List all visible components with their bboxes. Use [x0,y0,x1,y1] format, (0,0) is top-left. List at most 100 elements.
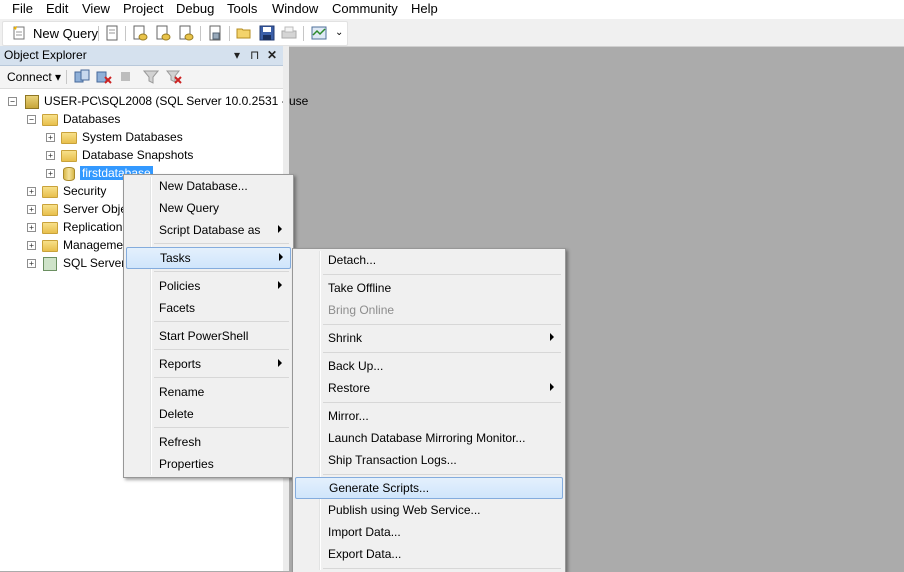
close-icon[interactable]: ✕ [267,48,277,62]
menu-tools[interactable]: Tools [227,1,257,16]
expand-toggle[interactable]: + [27,223,36,232]
menu-separator [323,402,561,403]
menu-item-publish-web-service[interactable]: Publish using Web Service... [295,499,563,521]
new-file-icon[interactable] [104,25,120,41]
menu-item-label: Detach... [328,253,377,267]
menu-item-generate-scripts[interactable]: Generate Scripts... [295,477,563,499]
expand-toggle[interactable]: + [46,133,55,142]
menu-item-detach[interactable]: Detach... [295,249,563,271]
tree-label-replication: Replication [63,220,123,234]
tree-label-server: USER-PC\SQL2008 (SQL Server 10.0.2531 - … [44,94,309,108]
submenu-arrow-icon [278,225,282,233]
menu-item-properties[interactable]: Properties [126,453,291,475]
menu-item-restore[interactable]: Restore [295,377,563,399]
menu-separator [154,377,289,378]
new-query-button[interactable]: New Query [33,26,98,41]
sql-ce-query-icon[interactable] [207,25,223,41]
menu-item-launch-mirroring-monitor[interactable]: Launch Database Mirroring Monitor... [295,427,563,449]
expand-toggle[interactable]: + [27,241,36,250]
object-explorer-toolbar: Connect ▾ [0,66,283,89]
menu-item-shrink[interactable]: Shrink [295,327,563,349]
expand-toggle[interactable]: + [27,187,36,196]
menu-separator [323,274,561,275]
menu-item-label: Back Up... [328,359,384,373]
toolbar-overflow-button[interactable]: ⌄ [335,27,343,38]
expand-toggle[interactable]: + [46,169,55,178]
toolbar-separator [125,26,126,41]
menu-item-new-database[interactable]: New Database... [126,175,291,197]
connect-object-explorer-icon[interactable] [74,69,90,88]
menu-item-import-data[interactable]: Import Data... [295,521,563,543]
menu-separator [154,321,289,322]
menu-item-ship-transaction-logs[interactable]: Ship Transaction Logs... [295,449,563,471]
menu-item-label: Facets [159,301,196,315]
menu-item-mirror[interactable]: Mirror... [295,405,563,427]
disconnect-icon[interactable] [96,69,112,88]
menu-item-back-up[interactable]: Back Up... [295,355,563,377]
folder-icon [61,132,77,144]
tree-node-system-databases[interactable]: + System Databases [0,129,283,147]
stop-icon[interactable] [121,72,130,81]
menu-item-start-powershell[interactable]: Start PowerShell [126,325,291,347]
mdx-query-icon[interactable] [132,25,148,41]
open-folder-icon[interactable] [236,25,252,41]
database-icon [63,167,75,181]
menu-item-reports[interactable]: Reports [126,353,291,375]
menu-edit[interactable]: Edit [46,1,68,16]
menu-item-rename[interactable]: Rename [126,381,291,403]
menu-item-delete[interactable]: Delete [126,403,291,425]
menu-item-policies[interactable]: Policies [126,275,291,297]
menu-project[interactable]: Project [123,1,163,16]
tree-node-databases[interactable]: − Databases [0,111,283,129]
toolbar-separator [303,26,304,41]
tree-node-server[interactable]: − USER-PC\SQL2008 (SQL Server 10.0.2531 … [0,93,308,111]
menu-item-refresh[interactable]: Refresh [126,431,291,453]
submenu-arrow-icon [550,333,554,341]
xmla-query-icon[interactable] [178,25,194,41]
menu-help[interactable]: Help [411,1,438,16]
expand-toggle[interactable]: + [27,205,36,214]
print-icon[interactable] [281,25,297,41]
menu-item-label: Launch Database Mirroring Monitor... [328,431,526,445]
menu-item-label: Start PowerShell [159,329,249,343]
menu-item-facets[interactable]: Facets [126,297,291,319]
menu-file[interactable]: File [12,1,33,16]
menu-item-label: Publish using Web Service... [328,503,481,517]
menu-item-bring-online: Bring Online [295,299,563,321]
folder-icon [42,240,58,252]
tree-label-system-databases: System Databases [82,130,183,144]
new-query-icon[interactable] [11,25,25,41]
remove-filter-icon[interactable] [165,69,182,88]
tree-node-database-snapshots[interactable]: + Database Snapshots [0,147,283,165]
dmx-query-icon[interactable] [155,25,171,41]
panel-dropdown-icon[interactable]: ▾ [234,48,240,62]
save-icon[interactable] [259,25,275,41]
menu-view[interactable]: View [82,1,110,16]
menu-item-label: Policies [159,279,201,293]
menu-item-label: New Database... [159,179,248,193]
menu-community[interactable]: Community [332,1,398,16]
pin-icon[interactable]: ⊓ [250,48,259,62]
menu-bar: File Edit View Project Debug Tools Windo… [0,0,904,19]
menu-item-export-data[interactable]: Export Data... [295,543,563,565]
submenu-arrow-icon [279,253,283,261]
expand-toggle[interactable]: + [27,259,36,268]
expand-toggle[interactable]: + [46,151,55,160]
menu-item-label: Properties [159,457,214,471]
filter-icon[interactable] [142,69,160,88]
collapse-toggle[interactable]: − [8,97,17,106]
menu-item-label: Reports [159,357,202,371]
menu-item-script-database-as[interactable]: Script Database as [126,219,291,241]
collapse-toggle[interactable]: − [27,115,36,124]
menu-item-label: Import Data... [328,525,401,539]
menu-item-label: Bring Online [328,303,395,317]
menu-item-tasks[interactable]: Tasks [126,247,291,269]
activity-monitor-icon[interactable] [311,25,327,41]
connect-button[interactable]: Connect ▾ [7,70,61,84]
menu-item-take-offline[interactable]: Take Offline [295,277,563,299]
menu-window[interactable]: Window [272,1,318,16]
menu-debug[interactable]: Debug [176,1,214,16]
toolbar-strip: New Query [2,21,348,46]
tasks-submenu: Detach... Take Offline Bring Online Shri… [292,248,566,572]
menu-item-new-query[interactable]: New Query [126,197,291,219]
